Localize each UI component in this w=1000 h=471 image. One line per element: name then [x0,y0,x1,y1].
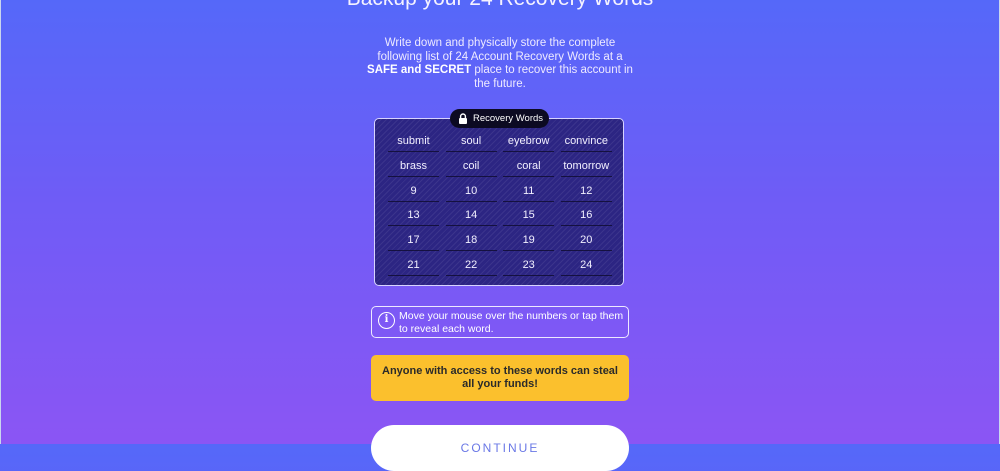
recovery-word-cell[interactable]: 10 [444,180,499,202]
recovery-word-cell[interactable]: 20 [559,229,614,252]
recovery-word-cell[interactable]: 16 [559,204,614,227]
recovery-word-cell[interactable]: 22 [444,254,499,276]
continue-button[interactable]: CONTINUE [371,425,629,471]
info-icon: i [378,312,395,329]
recovery-word-cell[interactable]: 19 [501,229,556,252]
recovery-word-grid: submit soul eyebrow convince brass coil coral t… [386,130,614,276]
recovery-word-cell[interactable]: soul [444,130,499,152]
recovery-word-cell[interactable]: coil [444,155,499,177]
recovery-word-cell[interactable]: 13 [386,204,441,227]
reveal-hint-box: i Move your mouse over the numbers or ta… [371,306,629,338]
recovery-word-cell[interactable]: 11 [501,180,556,202]
recovery-word-cell[interactable]: eyebrow [501,130,556,152]
badge-label: Recovery Words [473,113,544,124]
lock-icon [459,113,467,124]
subtitle-emphasis: SAFE and SECRET [367,64,472,76]
recovery-word-cell[interactable]: 9 [386,180,441,202]
recovery-word-cell[interactable]: 15 [501,204,556,227]
recovery-word-cell[interactable]: 17 [386,229,441,252]
recovery-word-cell[interactable]: 14 [444,204,499,227]
recovery-word-cell[interactable]: 23 [501,254,556,276]
recovery-word-cell[interactable]: coral [501,155,556,177]
recovery-words-badge: Recovery Words [450,109,549,128]
page-subtitle: Write down and physically store the comp… [366,37,634,91]
page-title: Backup your 24 Recovery Words [300,0,700,12]
funds-warning-text: Anyone with access to these words can st… [382,364,618,391]
recovery-word-cell[interactable]: 18 [444,229,499,252]
subtitle-text-end: place to recover this account in the fut… [471,64,633,90]
recovery-word-cell[interactable]: submit [386,130,441,152]
subtitle-text-start: Write down and physically store the comp… [377,37,623,63]
recovery-word-cell[interactable]: brass [386,155,441,177]
recovery-word-cell[interactable]: 24 [559,254,614,276]
page-edge-left [0,0,1,444]
recovery-word-cell[interactable]: tomorrow [559,155,614,177]
reveal-hint-text: Move your mouse over the numbers or tap … [399,310,624,335]
recovery-word-cell[interactable]: 12 [559,180,614,202]
funds-warning-box: Anyone with access to these words can st… [371,355,629,401]
recovery-word-cell[interactable]: convince [559,130,614,152]
recovery-word-cell[interactable]: 21 [386,254,441,276]
